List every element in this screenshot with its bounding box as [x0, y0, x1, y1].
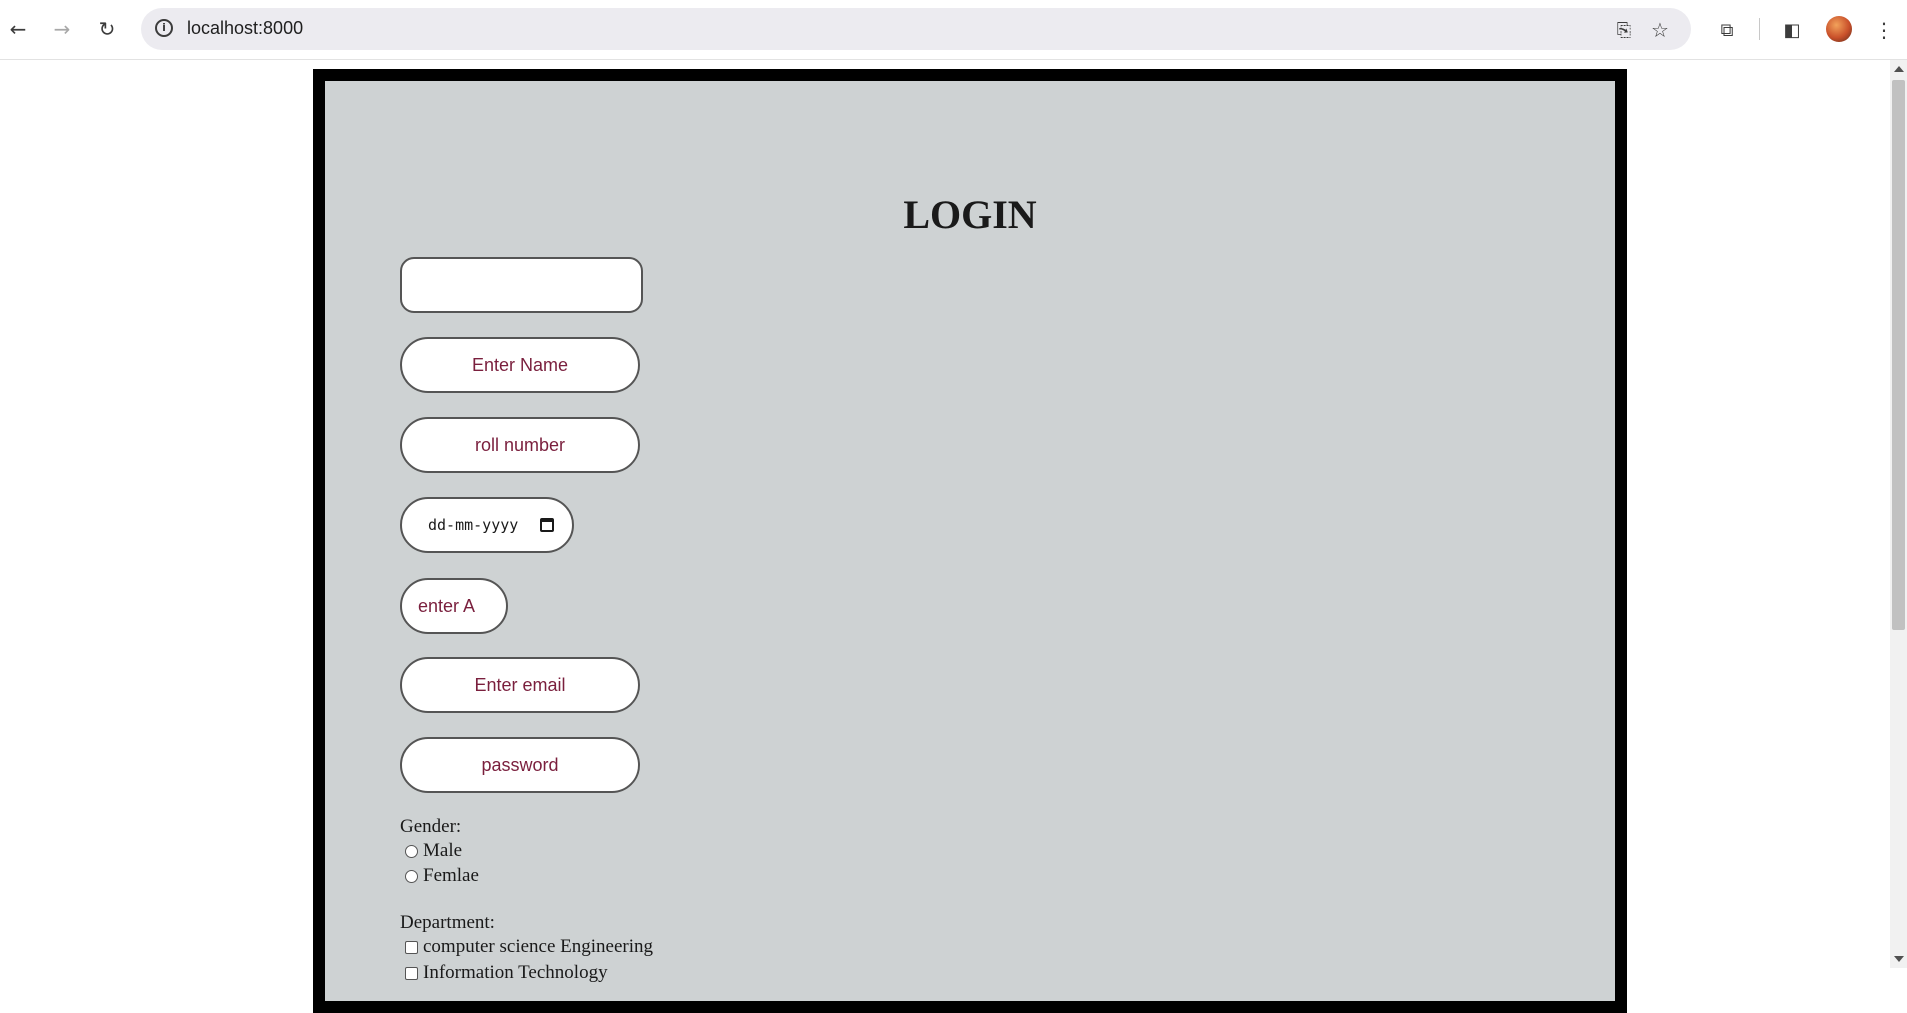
female-radio[interactable]	[405, 869, 418, 883]
profile-avatar[interactable]	[1826, 16, 1852, 42]
age-input[interactable]	[400, 578, 508, 634]
date-input[interactable]: dd-mm-yyyy	[400, 497, 574, 553]
login-form-container: LOGIN dd-mm-yyyy Gender: Male Femlae Dep…	[313, 69, 1627, 1013]
calendar-icon[interactable]	[540, 518, 554, 532]
side-panel-icon[interactable]: ◧	[1780, 18, 1804, 42]
toolbar-divider	[1759, 18, 1760, 40]
male-radio[interactable]	[405, 844, 418, 858]
email-input[interactable]	[400, 657, 640, 713]
forward-arrow-icon[interactable]: →	[47, 14, 77, 44]
cse-checkbox[interactable]	[405, 940, 418, 954]
gender-option-female[interactable]: Femlae	[405, 865, 479, 887]
it-checkbox[interactable]	[405, 966, 418, 980]
page-title: LOGIN	[903, 192, 1037, 237]
scroll-down-arrow-icon[interactable]	[1894, 956, 1904, 962]
site-info-icon[interactable]: i	[155, 19, 173, 37]
female-label: Femlae	[423, 865, 479, 886]
bookmark-star-icon[interactable]: ☆	[1649, 18, 1671, 42]
cse-label: computer science Engineering	[423, 936, 654, 957]
department-option-it[interactable]: Information Technology	[405, 962, 608, 984]
password-input[interactable]	[400, 737, 640, 793]
gender-option-male[interactable]: Male	[405, 840, 462, 862]
browser-menu-icon[interactable]: ⋮	[1872, 18, 1896, 42]
browser-toolbar: ← → ↻ i localhost:8000 ⎘ ☆ ⧉ ◧ ⋮	[0, 0, 1907, 60]
extensions-icon[interactable]: ⧉	[1715, 18, 1739, 42]
it-label: Information Technology	[423, 962, 608, 983]
gender-label: Gender:	[400, 816, 462, 837]
scrollbar-thumb[interactable]	[1892, 80, 1905, 630]
translate-icon[interactable]: ⎘	[1613, 19, 1635, 41]
name-input[interactable]	[400, 337, 640, 393]
address-bar[interactable]: i localhost:8000 ⎘ ☆	[141, 8, 1691, 50]
reload-icon[interactable]: ↻	[92, 14, 122, 44]
department-label: Department:	[400, 912, 495, 933]
page-scrollbar[interactable]	[1890, 60, 1907, 968]
roll-number-input[interactable]	[400, 417, 640, 473]
department-option-cse[interactable]: computer science Engineering	[405, 936, 653, 958]
scroll-up-arrow-icon[interactable]	[1894, 66, 1904, 72]
date-placeholder: dd-mm-yyyy	[428, 516, 519, 534]
male-label: Male	[423, 840, 463, 861]
url-text[interactable]: localhost:8000	[187, 18, 303, 39]
back-arrow-icon[interactable]: ←	[3, 14, 33, 44]
top-text-input[interactable]	[400, 257, 643, 313]
